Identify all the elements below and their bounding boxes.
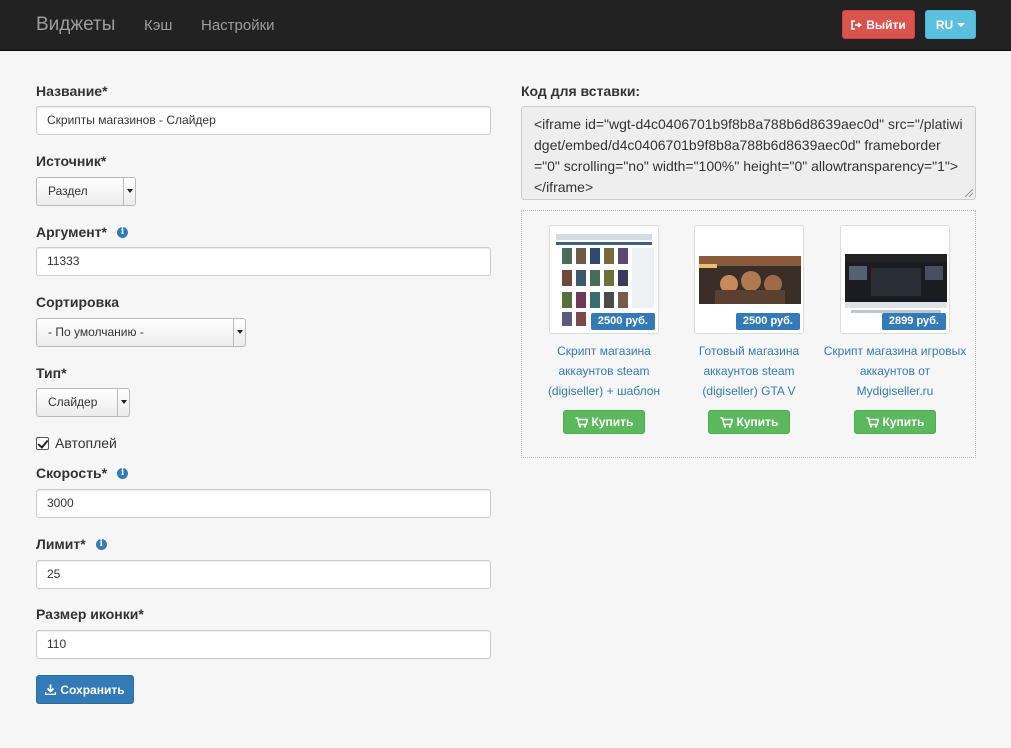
speed-input[interactable]: 3000 <box>36 489 491 518</box>
info-icon[interactable]: i <box>117 226 128 238</box>
product-card: 2500 руб. Скрипт магазина аккаунтов stea… <box>548 225 660 434</box>
buy-button[interactable]: Купить <box>708 410 790 434</box>
resize-grip-icon[interactable] <box>965 189 973 197</box>
name-input[interactable]: Скрипты магазинов - Слайдер <box>36 106 491 135</box>
shopping-cart-icon <box>575 416 588 428</box>
name-label-text: Название* <box>36 83 108 99</box>
product-title-link[interactable]: Готовый магазина аккаунтов steam (digise… <box>676 341 822 401</box>
icon-size-label: Размер иконки* <box>36 606 144 622</box>
limit-label-text: Лимит* <box>36 536 86 552</box>
download-icon <box>45 684 57 695</box>
buy-button[interactable]: Купить <box>563 410 645 434</box>
argument-label-text: Аргумент* <box>36 224 107 240</box>
logout-button[interactable]: Выйти <box>842 10 915 39</box>
product-thumbnail[interactable]: 2899 руб. <box>840 225 950 334</box>
sort-label: Сортировка <box>36 294 119 310</box>
buy-label: Купить <box>591 415 634 429</box>
price-badge: 2899 руб. <box>881 313 946 330</box>
argument-input[interactable]: 11333 <box>36 247 491 276</box>
price-badge: 2500 руб. <box>735 313 800 330</box>
speed-label-text: Скорость* <box>36 465 108 481</box>
product-title-link[interactable]: Скрипт магазина игровых аккаунтов от Myd… <box>822 341 968 401</box>
type-select[interactable]: Слайдер <box>36 388 130 417</box>
type-label-text: Тип* <box>36 365 67 381</box>
source-select-value: Раздел <box>48 184 88 198</box>
shopping-cart-icon <box>866 416 879 428</box>
limit-input[interactable]: 25 <box>36 560 491 589</box>
save-label: Сохранить <box>60 682 125 697</box>
autoplay-label[interactable]: Автоплей <box>55 435 117 451</box>
select-arrow-icon <box>123 178 135 205</box>
speed-label: Скорость* i <box>36 465 129 481</box>
sign-out-icon <box>851 19 862 30</box>
language-dropdown[interactable]: RU <box>925 10 976 39</box>
autoplay-checkbox[interactable] <box>36 436 49 450</box>
icon-size-input[interactable]: 110 <box>36 630 491 659</box>
nav-link-cache[interactable]: Кэш <box>144 17 172 34</box>
info-icon[interactable]: i <box>117 467 129 479</box>
autoplay-row: Автоплей <box>36 435 117 451</box>
product-thumbnail[interactable]: 2500 руб. <box>694 225 804 334</box>
embed-code-text: <iframe id="wgt-d4c0406701b9f8b8a788b6d8… <box>534 116 963 195</box>
product-title-link[interactable]: Скрипт магазина аккаунтов steam (digisel… <box>531 341 677 401</box>
select-arrow-icon <box>117 389 129 416</box>
buy-label: Купить <box>882 415 925 429</box>
argument-label: Аргумент* i <box>36 224 128 240</box>
buy-label: Купить <box>736 415 779 429</box>
type-select-value: Слайдер <box>48 395 98 409</box>
icon-size-label-text: Размер иконки* <box>36 606 144 622</box>
name-label: Название* <box>36 83 108 99</box>
source-label-text: Источник* <box>36 153 107 169</box>
select-arrow-icon <box>233 319 245 346</box>
language-label: RU <box>935 17 954 32</box>
caret-down-icon <box>957 22 966 27</box>
sort-select[interactable]: - По умолчанию - <box>36 318 246 347</box>
product-card: 2899 руб. Скрипт магазина игровых аккаун… <box>824 225 966 434</box>
product-thumbnail[interactable]: 2500 руб. <box>549 225 659 334</box>
widget-preview: 2500 руб. Скрипт магазина аккаунтов stea… <box>521 210 976 458</box>
brand[interactable]: Виджеты <box>36 14 115 36</box>
save-button[interactable]: Сохранить <box>36 675 134 704</box>
source-select[interactable]: Раздел <box>36 177 136 206</box>
embed-code-textarea[interactable]: <iframe id="wgt-d4c0406701b9f8b8a788b6d8… <box>521 106 976 200</box>
sort-select-value: - По умолчанию - <box>48 325 144 339</box>
navbar: Виджеты Кэш Настройки Выйти RU <box>0 0 1011 51</box>
price-badge: 2500 руб. <box>590 313 655 330</box>
embed-code-label: Код для вставки: <box>521 83 641 99</box>
logout-label: Выйти <box>866 17 906 32</box>
info-icon[interactable]: i <box>95 538 107 550</box>
sort-label-text: Сортировка <box>36 294 119 310</box>
buy-button[interactable]: Купить <box>854 410 936 434</box>
nav-link-settings[interactable]: Настройки <box>201 17 275 34</box>
shopping-cart-icon <box>720 416 733 428</box>
source-label: Источник* <box>36 153 106 169</box>
type-label: Тип* <box>36 365 67 381</box>
limit-label: Лимит* i <box>36 536 107 552</box>
product-card: 2500 руб. Готовый магазина аккаунтов ste… <box>694 225 804 434</box>
